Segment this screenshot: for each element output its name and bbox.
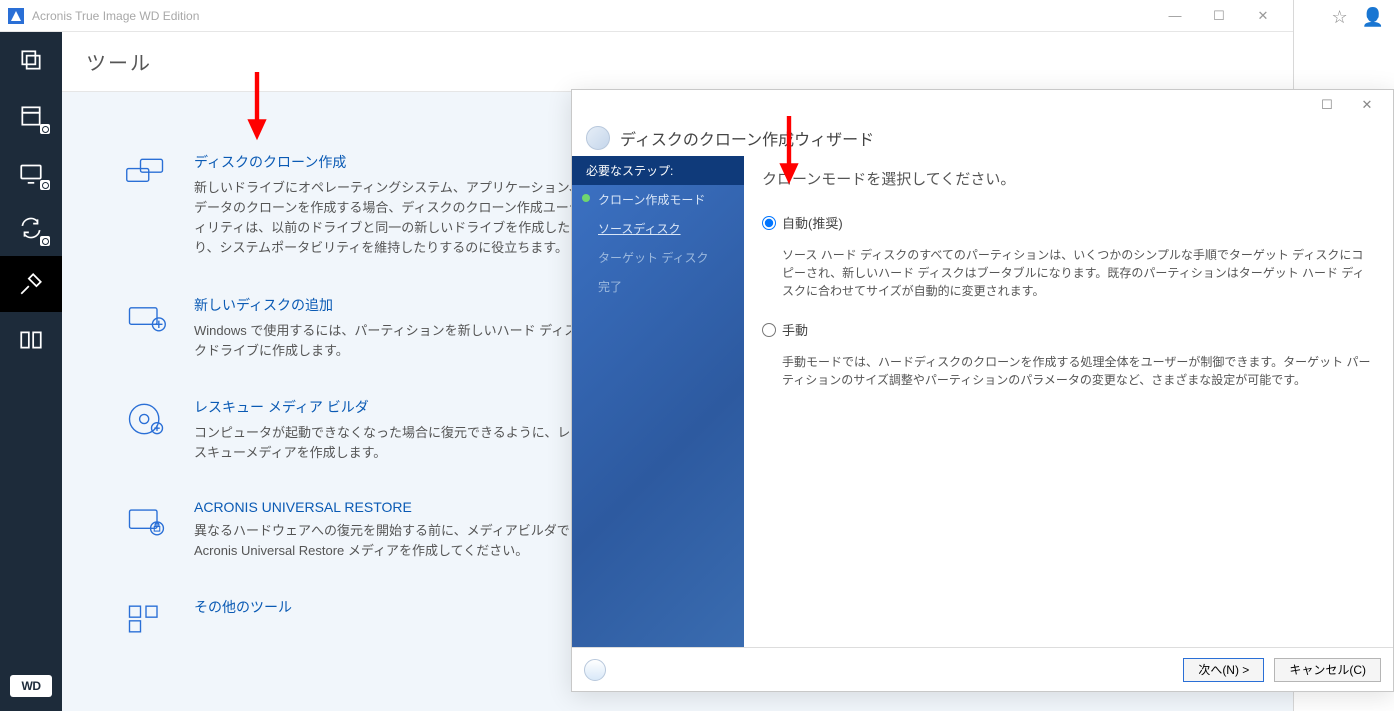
minimize-button[interactable]: — (1153, 2, 1197, 30)
annotation-arrow-2 (774, 116, 804, 186)
titlebar: Acronis True Image WD Edition — ☐ ✕ (0, 0, 1293, 32)
wizard-header: ディスクのクローン作成ウィザード (572, 120, 1393, 156)
universal-restore-icon (122, 499, 170, 543)
add-disk-icon (122, 295, 170, 339)
tool-clone-title: ディスクのクローン作成 (194, 152, 582, 172)
radio-option-manual[interactable]: 手動 (762, 320, 1375, 339)
close-button[interactable]: ✕ (1241, 2, 1285, 30)
nav-docs[interactable] (0, 312, 62, 368)
step-clone-mode[interactable]: クローン作成モード (572, 185, 744, 214)
nav-copy[interactable] (0, 32, 62, 88)
user-icon[interactable]: 👤 (1362, 7, 1384, 28)
nav-archive[interactable] (0, 88, 62, 144)
tool-rescue-media[interactable]: レスキュー メディア ビルダ コンピュータが起動できなくなった場合に復元できるよ… (122, 397, 582, 463)
radio-auto-label: 自動(推奨) (782, 213, 843, 232)
window-controls: — ☐ ✕ (1153, 2, 1285, 30)
tool-rescue-title: レスキュー メディア ビルダ (194, 397, 582, 417)
step-source-disk[interactable]: ソースディスク (572, 214, 744, 243)
next-button[interactable]: 次へ(N) > (1183, 658, 1264, 682)
radio-auto[interactable] (762, 216, 776, 230)
tool-rescue-desc: コンピュータが起動できなくなった場合に復元できるように、レスキューメディアを作成… (194, 423, 582, 463)
radio-manual-label: 手動 (782, 320, 808, 339)
star-icon[interactable]: ☆ (1331, 7, 1347, 28)
clone-wizard-dialog: ☐ ✕ ディスクのクローン作成ウィザード 必要なステップ: クローン作成モード … (571, 89, 1394, 692)
wizard-titlebar: ☐ ✕ (572, 90, 1393, 120)
wizard-close-button[interactable]: ✕ (1347, 92, 1387, 118)
rescue-media-icon (122, 397, 170, 441)
nav-sync[interactable] (0, 200, 62, 256)
radio-manual-desc: 手動モードでは、ハードディスクのクローンを作成する処理全体をユーザーが制御できま… (782, 353, 1375, 389)
tool-clone-disk[interactable]: ディスクのクローン作成 新しいドライブにオペレーティングシステム、アプリケーショ… (122, 152, 582, 259)
wizard-title: ディスクのクローン作成ウィザード (620, 126, 874, 150)
app-title: Acronis True Image WD Edition (32, 9, 1153, 23)
help-icon[interactable] (584, 659, 606, 681)
tool-add-disk-desc: Windows で使用するには、パーティションを新しいハード ディスクドライブに… (194, 321, 582, 361)
step-finish: 完了 (572, 272, 744, 301)
tool-universal-restore[interactable]: ACRONIS UNIVERSAL RESTORE 異なるハードウェアへの復元を… (122, 499, 582, 561)
tool-aur-title: ACRONIS UNIVERSAL RESTORE (194, 499, 582, 515)
radio-option-auto[interactable]: 自動(推奨) (762, 213, 1375, 232)
wizard-body: 必要なステップ: クローン作成モード ソースディスク ターゲット ディスク 完了… (572, 156, 1393, 647)
radio-auto-desc: ソース ハード ディスクのすべてのパーティションは、いくつかのシンプルな手順でタ… (782, 246, 1375, 300)
app-icon (8, 8, 24, 24)
tool-other-title: その他のツール (194, 597, 292, 617)
other-tools-icon (122, 597, 170, 641)
tool-clone-desc: 新しいドライブにオペレーティングシステム、アプリケーション、データのクローンを作… (194, 178, 582, 259)
cancel-button[interactable]: キャンセル(C) (1274, 658, 1381, 682)
tool-add-disk-title: 新しいディスクの追加 (194, 295, 582, 315)
wizard-icon (586, 126, 610, 150)
step-target-disk: ターゲット ディスク (572, 243, 744, 272)
tool-other[interactable]: その他のツール (122, 597, 582, 641)
wizard-steps-header: 必要なステップ: (572, 156, 744, 185)
annotation-arrow-1 (242, 72, 272, 142)
nav-rail: WD (0, 32, 62, 711)
wizard-maximize-button[interactable]: ☐ (1307, 92, 1347, 118)
clone-disk-icon (122, 152, 170, 196)
wd-logo: WD (10, 675, 52, 697)
browser-top-right-controls: ☆ 👤 (1321, 0, 1394, 34)
tool-aur-desc: 異なるハードウェアへの復元を開始する前に、メディアビルダで Acronis Un… (194, 521, 582, 561)
tool-add-disk[interactable]: 新しいディスクの追加 Windows で使用するには、パーティションを新しいハー… (122, 295, 582, 361)
radio-manual[interactable] (762, 323, 776, 337)
wizard-heading: クローンモードを選択してください。 (762, 166, 1375, 189)
wizard-content-pane: クローンモードを選択してください。 自動(推奨) ソース ハード ディスクのすべ… (744, 156, 1393, 647)
nav-recovery[interactable] (0, 144, 62, 200)
maximize-button[interactable]: ☐ (1197, 2, 1241, 30)
wizard-steps-pane: 必要なステップ: クローン作成モード ソースディスク ターゲット ディスク 完了 (572, 156, 744, 647)
nav-tools[interactable] (0, 256, 62, 312)
wizard-footer: 次へ(N) > キャンセル(C) (572, 647, 1393, 691)
